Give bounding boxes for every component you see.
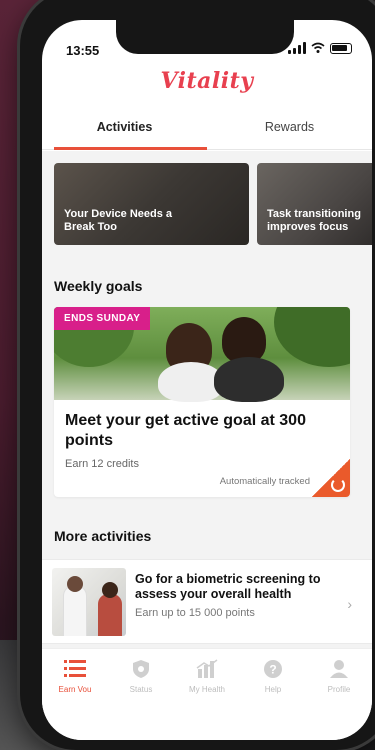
- activity-item-biometric[interactable]: Go for a biometric screening to assess y…: [42, 559, 372, 644]
- phone-screen: 13:55 Vitality Activities Rewards Your D…: [42, 20, 372, 740]
- weekly-goal-card[interactable]: ENDS SUNDAY Meet your get active goal at…: [54, 307, 350, 497]
- goal-title: Meet your get active goal at 300 points: [65, 412, 306, 449]
- notch: [116, 20, 294, 54]
- signal-icon: [288, 42, 306, 54]
- nav-profile[interactable]: Profile: [306, 649, 372, 740]
- nav-label: Status: [129, 685, 153, 694]
- app-logo: Vitality: [160, 68, 254, 94]
- profile-icon: [330, 660, 348, 678]
- ends-sunday-badge: ENDS SUNDAY: [54, 307, 151, 330]
- nav-my-health[interactable]: My Health: [174, 649, 240, 740]
- goal-credits: Earn 12 credits: [65, 458, 139, 470]
- wifi-icon: [311, 42, 325, 53]
- list-icon: [64, 660, 86, 677]
- sync-corner: [312, 459, 350, 497]
- nav-help[interactable]: ? Help: [240, 649, 306, 740]
- tab-rewards[interactable]: Rewards: [207, 116, 372, 149]
- battery-icon: [330, 42, 352, 54]
- activity-title: Go for a biometric screening to assess y…: [135, 572, 321, 601]
- weekly-goals-heading: Weekly goals: [54, 278, 143, 294]
- nav-label: Help: [264, 685, 282, 694]
- tab-bar: Activities Rewards: [42, 116, 372, 150]
- activity-subtitle: Earn up to 15 000 points: [135, 607, 255, 619]
- promo-card-device-break[interactable]: Your Device Needs a Break Too: [54, 163, 249, 245]
- promo-label: Your Device Needs a Break Too: [64, 208, 173, 233]
- svg-text:?: ?: [269, 663, 276, 677]
- promo-card-task-transitioning[interactable]: Task transitioning improves focus: [257, 163, 372, 245]
- shield-icon: [133, 660, 149, 678]
- bar-chart-icon: [196, 659, 218, 678]
- nav-label: Earn Vou: [58, 685, 92, 694]
- promo-carousel: Your Device Needs a Break Too Task trans…: [54, 163, 372, 245]
- promo-label: Task transitioning improves focus: [267, 208, 361, 233]
- status-icons: [288, 42, 352, 54]
- activity-thumbnail: [52, 568, 126, 636]
- nav-earn[interactable]: Earn Vou: [42, 649, 108, 740]
- help-icon: ?: [264, 660, 282, 678]
- nav-label: My Health: [188, 685, 225, 694]
- bottom-nav: Earn Vou Status My Health ? Help Profile: [42, 648, 372, 740]
- nav-status[interactable]: Status: [108, 649, 174, 740]
- nav-label: Profile: [327, 685, 351, 694]
- more-activities-heading: More activities: [54, 528, 152, 544]
- tracking-status: Automatically tracked: [219, 476, 310, 487]
- sync-icon: [331, 478, 345, 492]
- chevron-right-icon: ›: [347, 596, 352, 612]
- tab-activities[interactable]: Activities: [42, 116, 207, 150]
- status-time: 13:55: [66, 43, 100, 58]
